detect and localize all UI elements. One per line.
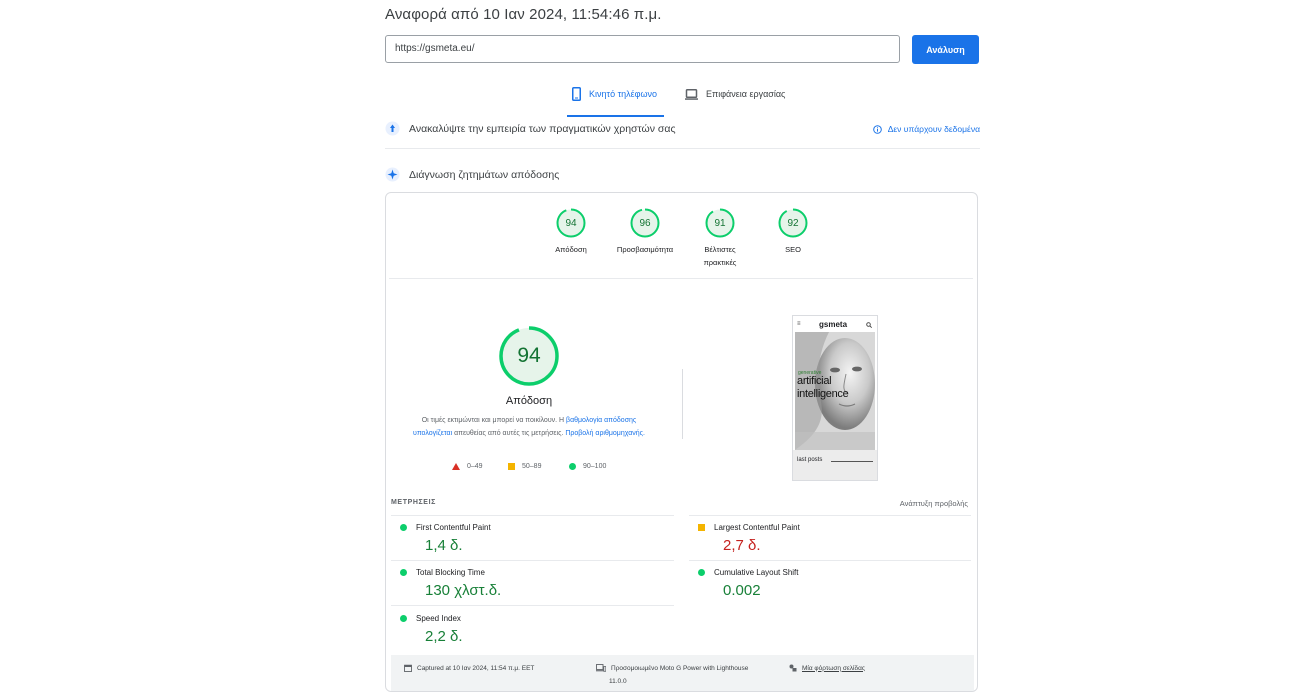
score-value: 94 bbox=[565, 217, 577, 229]
score-value: 96 bbox=[639, 217, 651, 229]
active-tab-indicator bbox=[567, 115, 664, 117]
scores-divider bbox=[389, 278, 973, 279]
laptop-icon bbox=[685, 88, 698, 100]
page-load-icon bbox=[789, 664, 797, 672]
score-label: Βέλτιστες πρακτικές bbox=[703, 245, 737, 267]
average-icon bbox=[698, 524, 705, 531]
users-icon bbox=[385, 121, 400, 136]
legend-label: 90–100 bbox=[583, 463, 607, 470]
metric-value: 2,7 δ. bbox=[723, 537, 761, 554]
legend-average: 50–89 bbox=[508, 463, 541, 470]
legend-fail: 0–49 bbox=[452, 463, 483, 470]
screenshot-footer bbox=[793, 450, 877, 480]
analyze-button[interactable]: Ανάλυση bbox=[912, 35, 979, 64]
tab-desktop-label: Επιφάνεια εργασίας bbox=[706, 89, 786, 99]
metric-value: 1,4 δ. bbox=[425, 537, 463, 554]
device-item: Προσομοιωμένο Moto G Power with Lighthou… bbox=[596, 664, 748, 672]
devices-icon bbox=[596, 664, 606, 672]
legend-pass: 90–100 bbox=[569, 463, 606, 470]
score-performance[interactable]: 94 Απόδοση bbox=[541, 208, 601, 256]
url-input[interactable]: https://gsmeta.eu/ bbox=[385, 35, 900, 63]
metric-value: 0.002 bbox=[723, 582, 761, 599]
score-seo[interactable]: 92 SEO bbox=[763, 208, 823, 256]
score-best-practices[interactable]: 91 Βέλτιστες πρακτικές bbox=[689, 208, 751, 269]
metric-name: First Contentful Paint bbox=[416, 523, 491, 532]
menu-icon: ≡ bbox=[797, 321, 801, 327]
report-card: 94 Απόδοση 96 Προσβασιμότητα 91 Βέλτιστε… bbox=[385, 192, 978, 692]
hero-headline-1: artificial bbox=[797, 375, 832, 387]
device-version: 11.0.0 bbox=[609, 678, 627, 685]
metric-name: Speed Index bbox=[416, 614, 461, 623]
metrics-header: ΜΕΤΡΗΣΕΙΣ bbox=[391, 499, 436, 506]
device-label: Προσομοιωμένο Moto G Power with Lighthou… bbox=[611, 664, 749, 672]
metric-divider bbox=[391, 560, 674, 561]
site-logo: gsmeta bbox=[819, 320, 848, 329]
performance-gauge: 94 bbox=[498, 325, 560, 387]
desc-text: απευθείας από αυτές τις μετρήσεις. bbox=[452, 429, 566, 437]
score-label: Προσβασιμότητα bbox=[616, 245, 674, 254]
metric-name: Total Blocking Time bbox=[416, 568, 485, 577]
search-icon bbox=[866, 322, 872, 328]
legend-label: 0–49 bbox=[467, 463, 483, 470]
field-data-row: Ανακαλύψτε την εμπειρία των πραγματικών … bbox=[385, 121, 980, 136]
score-label: Απόδοση bbox=[555, 245, 587, 254]
load-label: Μία φόρτωση σελίδας bbox=[802, 664, 865, 672]
pass-icon bbox=[400, 569, 407, 576]
tab-mobile[interactable]: Κινητό τηλέφωνο bbox=[572, 83, 657, 105]
tab-desktop[interactable]: Επιφάνεια εργασίας bbox=[685, 83, 785, 105]
calculator-link[interactable]: Προβολή αριθμομηχανής. bbox=[565, 430, 645, 437]
section-divider bbox=[385, 148, 980, 149]
metric-name: Cumulative Layout Shift bbox=[714, 568, 799, 577]
metric-cls: Cumulative Layout Shift 0.002 bbox=[698, 568, 977, 599]
performance-score: 94 bbox=[517, 344, 541, 367]
vertical-divider bbox=[682, 369, 683, 439]
performance-title: Απόδοση bbox=[505, 395, 553, 407]
lighthouse-icon bbox=[385, 167, 400, 182]
url-input-value[interactable]: https://gsmeta.eu/ bbox=[395, 43, 475, 54]
desc-text: Οι τιμές εκτιμώνται και μπορεί να ποικίλ… bbox=[421, 417, 567, 424]
score-value: 92 bbox=[787, 217, 799, 229]
score-label: SEO bbox=[785, 245, 801, 254]
score-value: 91 bbox=[714, 217, 726, 229]
diagnose-row: Διάγνωση ζητημάτων απόδοσης bbox=[385, 167, 980, 182]
divider-line bbox=[831, 461, 873, 462]
info-icon bbox=[872, 124, 882, 134]
field-data-label: Ανακαλύψτε την εμπειρία των πραγματικών … bbox=[409, 122, 676, 135]
page-screenshot[interactable]: ≡ gsmeta generative artificial intellige… bbox=[792, 315, 878, 481]
calendar-icon bbox=[404, 664, 412, 672]
captured-label: Captured at 10 Ιαν 2024, 11:54 π.μ. EET bbox=[417, 664, 535, 672]
metric-tbt: Total Blocking Time 130 χλστ.δ. bbox=[400, 568, 680, 599]
pass-icon bbox=[400, 524, 407, 531]
metric-divider bbox=[391, 605, 674, 606]
metric-name: Largest Contentful Paint bbox=[714, 523, 800, 532]
tab-mobile-label: Κινητό τηλέφωνο bbox=[589, 89, 658, 99]
no-data-link[interactable]: Δεν υπάρχουν δεδομένα bbox=[872, 124, 980, 134]
metric-fcp: First Contentful Paint 1,4 δ. bbox=[400, 523, 680, 554]
diagnose-label: Διάγνωση ζητημάτων απόδοσης bbox=[409, 168, 560, 181]
hero-headline-2: intelligence bbox=[797, 388, 849, 400]
load-item[interactable]: Μία φόρτωση σελίδας bbox=[789, 664, 865, 672]
captured-item: Captured at 10 Ιαν 2024, 11:54 π.μ. EET bbox=[404, 664, 534, 672]
triangle-icon bbox=[452, 463, 460, 470]
metric-lcp: Largest Contentful Paint 2,7 δ. bbox=[698, 523, 977, 554]
metric-divider bbox=[689, 515, 971, 516]
circle-icon bbox=[569, 463, 576, 470]
smartphone-icon bbox=[572, 87, 581, 101]
square-icon bbox=[508, 463, 515, 470]
no-data-label: Δεν υπάρχουν δεδομένα bbox=[887, 124, 980, 134]
pass-icon bbox=[698, 569, 705, 576]
metric-value: 2,2 δ. bbox=[425, 628, 463, 645]
performance-description: Οι τιμές εκτιμώνται και μπορεί να ποικίλ… bbox=[406, 415, 652, 440]
last-posts-label: last posts bbox=[797, 457, 823, 463]
metric-si: Speed Index 2,2 δ. bbox=[400, 614, 680, 645]
metric-divider bbox=[391, 515, 674, 516]
runtime-settings: Captured at 10 Ιαν 2024, 11:54 π.μ. EET … bbox=[391, 655, 974, 691]
metric-value: 130 χλστ.δ. bbox=[425, 582, 502, 599]
score-accessibility[interactable]: 96 Προσβασιμότητα bbox=[615, 208, 675, 256]
metric-divider bbox=[689, 560, 971, 561]
expand-view-button[interactable]: Ανάπτυξη προβολής bbox=[900, 499, 968, 508]
report-title: Αναφορά από 10 Ιαν 2024, 11:54:46 π.μ. bbox=[385, 6, 662, 23]
legend-label: 50–89 bbox=[522, 463, 542, 470]
pass-icon bbox=[400, 615, 407, 622]
